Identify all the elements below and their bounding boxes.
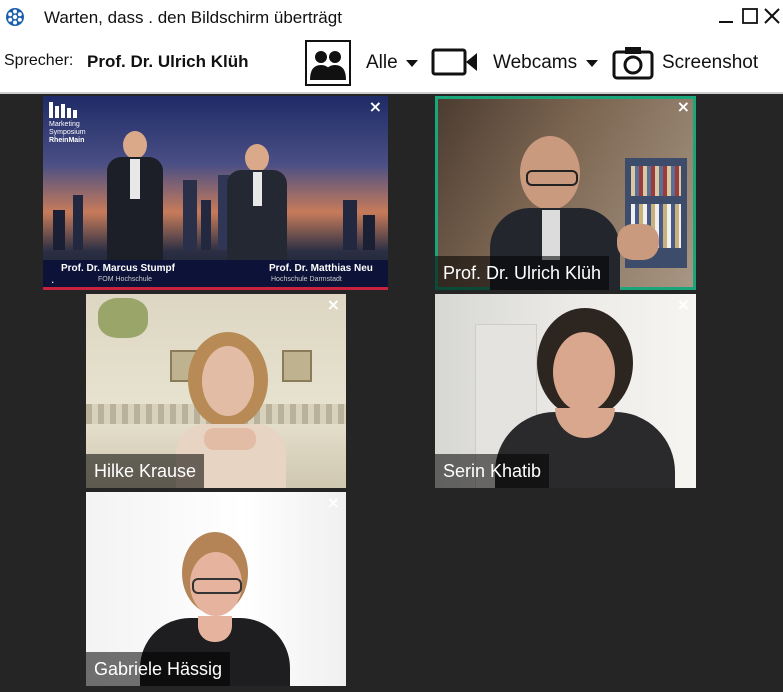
- stage-caption: Prof. Dr. Marcus Stumpf FOM Hochschule P…: [43, 260, 388, 290]
- logo-line: Symposium: [49, 129, 86, 136]
- video-camera-icon[interactable]: [431, 47, 479, 77]
- logo-line: RheinMain: [49, 137, 85, 144]
- app-logo-icon: [6, 8, 24, 26]
- speaker-name: Prof. Dr. Ulrich Klüh: [87, 52, 249, 71]
- presenter-right-affiliation: Hochschule Darmstadt: [271, 276, 342, 283]
- maximize-icon[interactable]: [740, 6, 760, 26]
- picture-frame: [282, 350, 312, 382]
- presenter-right: [225, 144, 289, 262]
- caret-down-icon[interactable]: [586, 60, 598, 67]
- toolbar: Sprecher: Prof. Dr. Ulrich Klüh Alle Web…: [0, 36, 783, 92]
- people-icon[interactable]: [305, 40, 351, 86]
- close-tile-icon[interactable]: ×: [327, 295, 340, 314]
- title-bar: Warten, dass . den Bildschirm überträgt: [0, 0, 783, 36]
- glasses: [526, 170, 578, 186]
- camera-icon[interactable]: [612, 44, 654, 80]
- hand: [617, 224, 659, 260]
- presenter-left-name: Prof. Dr. Marcus Stumpf: [61, 263, 175, 274]
- speaker-label: Sprecher:: [4, 52, 74, 69]
- glasses: [192, 578, 242, 594]
- plant: [98, 298, 148, 338]
- video-tile-hilke-krause[interactable]: × Hilke Krause: [86, 294, 346, 488]
- logo-mark-icon: [49, 102, 77, 118]
- caption-accent-bar: [43, 287, 388, 290]
- books: [631, 166, 681, 196]
- video-tile-ulrich-kluh[interactable]: × Prof. Dr. Ulrich Klüh: [435, 96, 696, 290]
- participant-name: Serin Khatib: [435, 454, 550, 488]
- event-logo: Marketing Symposium RheinMain: [49, 102, 86, 145]
- stage-video-tile[interactable]: Marketing Symposium RheinMain Prof. Dr. …: [43, 96, 388, 290]
- video-grid: Marketing Symposium RheinMain Prof. Dr. …: [0, 92, 783, 692]
- close-icon[interactable]: [762, 6, 782, 26]
- webcams-dropdown[interactable]: Webcams: [493, 52, 577, 74]
- minimize-icon[interactable]: [716, 6, 736, 26]
- caption-dot: .: [51, 272, 55, 286]
- close-tile-icon[interactable]: ×: [369, 97, 382, 116]
- participant-name: Gabriele Hässig: [86, 652, 231, 686]
- divider: [0, 92, 783, 94]
- presenter-right-name: Prof. Dr. Matthias Neu: [269, 263, 373, 274]
- close-tile-icon[interactable]: ×: [677, 295, 690, 314]
- logo-line: Marketing: [49, 121, 80, 128]
- city-skyline: [53, 175, 375, 250]
- presenter-left-affiliation: FOM Hochschule: [98, 276, 153, 283]
- presenter-left: [105, 131, 165, 261]
- video-tile-serin-khatib[interactable]: × Serin Khatib: [435, 294, 696, 488]
- audience-dropdown[interactable]: Alle: [366, 52, 398, 74]
- screenshot-button[interactable]: Screenshot: [662, 52, 758, 74]
- participant-name: Hilke Krause: [86, 454, 205, 488]
- video-tile-gabriele-hassig[interactable]: × Gabriele Hässig: [86, 492, 346, 686]
- participant-name: Prof. Dr. Ulrich Klüh: [435, 256, 610, 290]
- caret-down-icon[interactable]: [406, 60, 418, 67]
- close-tile-icon[interactable]: ×: [327, 493, 340, 512]
- close-tile-icon[interactable]: ×: [677, 97, 690, 116]
- window-title: Warten, dass . den Bildschirm überträgt: [44, 8, 342, 27]
